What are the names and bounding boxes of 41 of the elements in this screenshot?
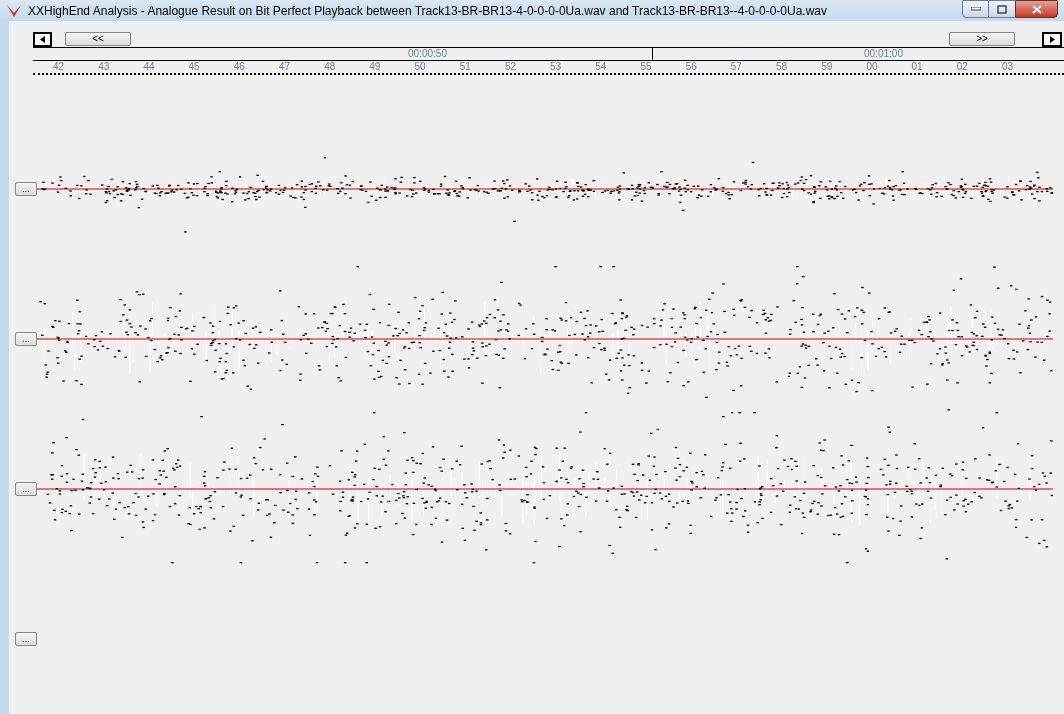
right-triangle-icon — [1049, 35, 1055, 43]
channel-options-button[interactable]: ... — [15, 332, 37, 346]
second-label: 54 — [595, 60, 608, 73]
second-label: 42 — [53, 60, 66, 73]
channel-options-button[interactable]: ... — [15, 632, 37, 646]
second-label: 01 — [911, 60, 924, 73]
second-label: 02 — [956, 60, 969, 73]
scroll-left-button[interactable] — [33, 31, 52, 47]
second-label: 47 — [278, 60, 292, 73]
back-button[interactable]: << — [65, 32, 131, 47]
second-label: 49 — [369, 60, 382, 73]
channel-options-button[interactable]: ... — [15, 482, 37, 496]
second-label: 55 — [640, 60, 653, 73]
second-label: 03 — [1001, 60, 1015, 73]
time-label: 00:01:00 — [864, 47, 903, 60]
second-label: 45 — [188, 60, 201, 73]
scroll-right-button[interactable] — [1042, 31, 1062, 47]
second-label: 43 — [98, 60, 111, 73]
second-label: 51 — [459, 60, 472, 73]
second-label: 44 — [143, 60, 156, 73]
close-icon — [1031, 4, 1042, 14]
close-button[interactable] — [1015, 0, 1058, 18]
minimize-icon — [970, 7, 981, 11]
time-label: 00:00:50 — [408, 47, 447, 60]
restore-icon — [997, 4, 1007, 14]
window-title: XXHighEnd Analysis - Analogue Result on Bit Perfect Playback between Track13-BR-BR13-4-0-0-0-0Ua.wav and Track13-BR-BR13--4-0-0-0-0Ua.wav — [28, 2, 829, 20]
maximize-button[interactable] — [989, 0, 1015, 18]
second-label: 57 — [730, 60, 743, 73]
second-label: 50 — [414, 60, 427, 73]
left-triangle-icon — [40, 35, 45, 43]
second-label: 46 — [233, 60, 246, 73]
second-label: 59 — [821, 60, 834, 73]
forward-button[interactable]: >> — [949, 32, 1015, 47]
second-label: 58 — [776, 60, 789, 73]
second-label: 53 — [550, 60, 563, 73]
second-label: 52 — [504, 60, 517, 73]
minimize-button[interactable] — [962, 0, 989, 18]
second-label: 56 — [685, 60, 698, 73]
second-label: 48 — [324, 60, 337, 73]
channel-options-button[interactable]: ... — [15, 182, 37, 196]
second-label: 00 — [866, 60, 879, 73]
